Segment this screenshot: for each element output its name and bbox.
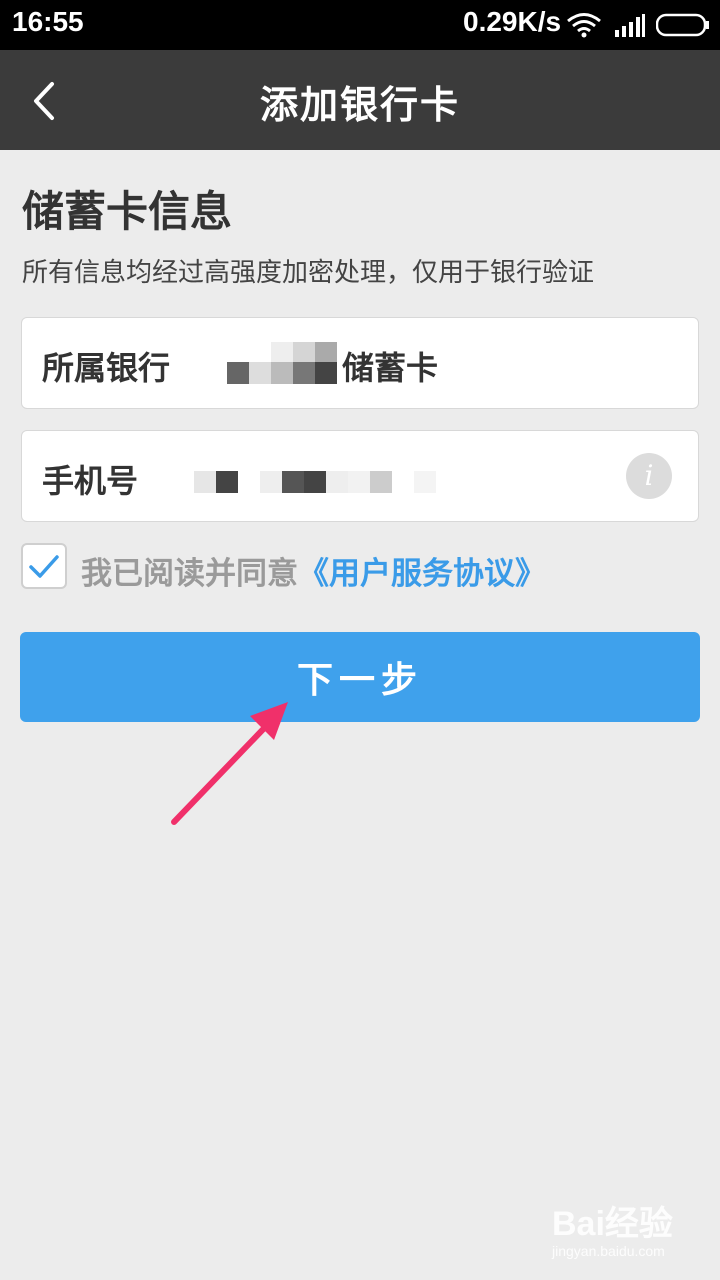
next-step-button[interactable]: 下一步 bbox=[20, 632, 700, 722]
signal-icon bbox=[615, 14, 645, 37]
agreement-text: 我已阅读并同意《用户服务协议》 bbox=[81, 548, 546, 593]
redacted-bank-name bbox=[227, 338, 337, 386]
page-title: 添加银行卡 bbox=[259, 83, 460, 127]
section-title: 储蓄卡信息 bbox=[22, 187, 233, 236]
annotation-arrow-icon bbox=[171, 702, 288, 825]
baidu-watermark: Bai经验 jingyan.baidu.com bbox=[552, 1196, 673, 1259]
agreement-checkbox[interactable] bbox=[21, 543, 67, 589]
status-time: 16:55 bbox=[12, 6, 84, 37]
checkmark-icon bbox=[29, 555, 59, 578]
bank-value: 储蓄卡 bbox=[342, 349, 439, 387]
watermark-url: jingyan.baidu.com bbox=[552, 1243, 665, 1259]
battery-icon bbox=[656, 13, 709, 37]
agreement-row: 我已阅读并同意《用户服务协议》 bbox=[21, 543, 701, 593]
nav-bar: 添加银行卡 bbox=[0, 50, 720, 150]
status-bar: 16:55 0.29K/s bbox=[0, 0, 720, 50]
section-subtitle: 所有信息均经过高强度加密处理，仅用于银行验证 bbox=[22, 258, 595, 288]
bank-field[interactable]: 所属银行 储蓄卡 bbox=[21, 317, 699, 409]
redacted-phone-number bbox=[194, 469, 444, 499]
phone-label: 手机号 bbox=[42, 462, 139, 500]
watermark-logo: Bai经验 bbox=[552, 1205, 673, 1243]
info-icon[interactable]: i bbox=[626, 453, 672, 499]
user-agreement-link[interactable]: 《用户服务协议》 bbox=[298, 556, 546, 592]
phone-field[interactable]: 手机号 i bbox=[21, 430, 699, 522]
agreement-statement: 我已阅读并同意 bbox=[81, 556, 298, 592]
network-speed: 0.29K/s bbox=[463, 6, 562, 37]
bank-label: 所属银行 bbox=[42, 349, 171, 387]
wifi-icon bbox=[567, 13, 601, 38]
